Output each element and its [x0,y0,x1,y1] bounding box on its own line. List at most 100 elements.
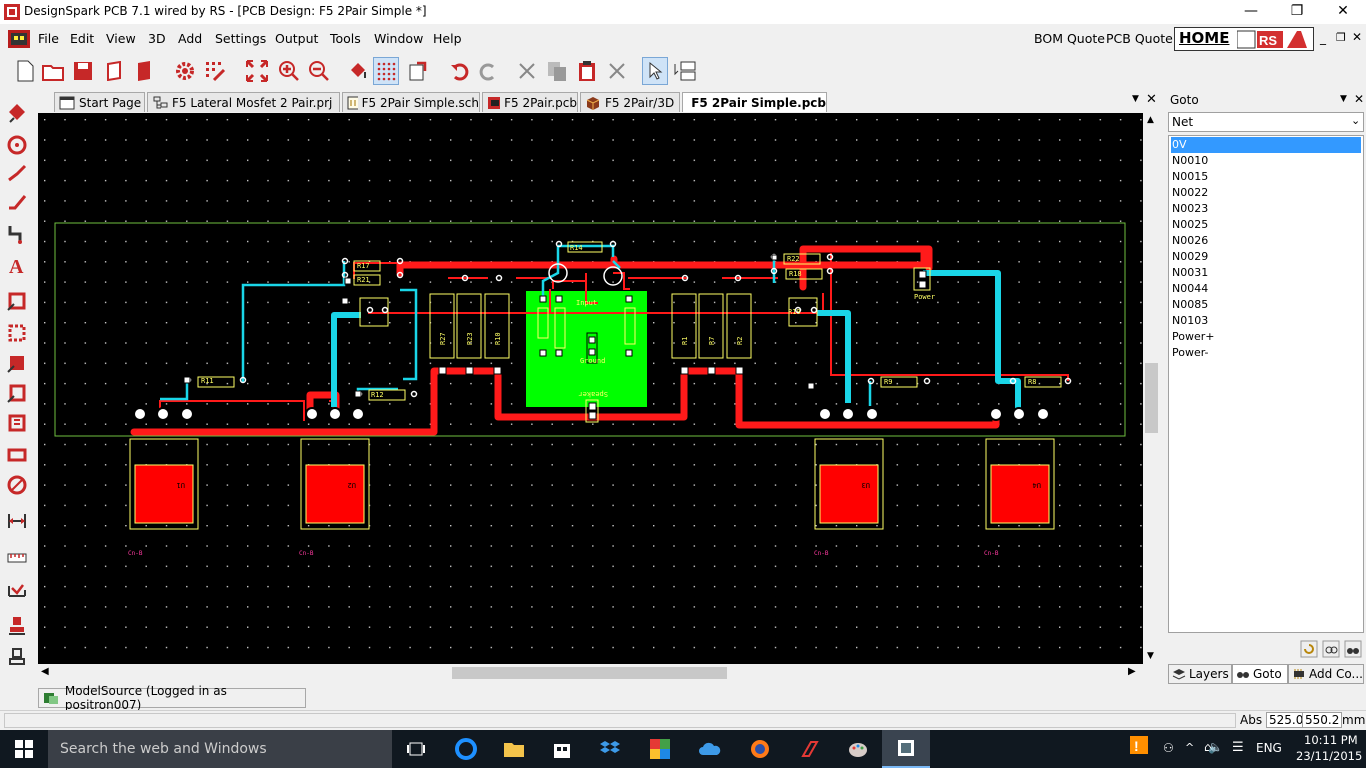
zoom-out-button[interactable] [306,57,332,85]
net-item[interactable]: N0044 [1171,281,1361,297]
restore-button[interactable]: ❐ [1274,0,1320,24]
measure-tool[interactable] [4,576,30,602]
onedrive-button[interactable] [686,730,734,768]
mdi-close-icon[interactable]: ✕ [1352,30,1362,44]
menu-help[interactable]: Help [433,31,462,46]
delete-button[interactable] [604,57,630,85]
menu-window[interactable]: Window [374,31,423,46]
scroll-right-icon[interactable]: ▶ [1128,666,1136,677]
task-view-button[interactable] [392,730,440,768]
component-tool[interactable] [4,100,30,126]
paint-button[interactable] [834,730,882,768]
menu-tools[interactable]: Tools [330,31,361,46]
tab-pcb-2pair[interactable]: F5 2Pair.pcb [482,92,578,112]
tab-project[interactable]: F5 Lateral Mosfet 2 Pair.prj [147,92,340,112]
grid-settings-button[interactable] [202,57,228,85]
pcb-canvas[interactable]: R17 R21 R14 R22 R18 R11 R12 R9 R8 R19 Po… [38,113,1143,664]
menu-file[interactable]: File [38,31,59,46]
scroll-down-icon[interactable]: ▼ [1147,651,1154,661]
goto-type-select[interactable]: Net ⌄ [1168,112,1364,132]
template-tool[interactable] [4,380,30,406]
menu-output[interactable]: Output [275,31,318,46]
pad-tool[interactable] [4,132,30,158]
dropbox-button[interactable] [586,730,634,768]
drill-tool[interactable] [4,472,30,498]
interactions-button[interactable] [405,57,431,85]
print-preview-button[interactable] [102,57,128,85]
net-item-selected[interactable]: 0V [1171,137,1361,153]
home-rs-button[interactable]: HOME RS [1174,27,1314,51]
vertical-scrollbar[interactable]: ▲ ▼ [1143,113,1160,664]
net-item[interactable]: N0023 [1171,201,1361,217]
open-button[interactable] [40,57,66,85]
zoom-in-button[interactable] [276,57,302,85]
area-tool[interactable] [4,320,30,346]
stamp-tool[interactable] [4,612,30,638]
paste-button[interactable] [574,57,600,85]
panel-close-icon[interactable]: ✕ [1354,92,1364,106]
save-button[interactable] [70,57,96,85]
board-tool[interactable] [4,442,30,468]
net-item[interactable]: Power+ [1171,329,1361,345]
vertical-scroll-thumb[interactable] [1145,363,1158,433]
goto-binoculars-icon[interactable] [1344,640,1362,658]
track-tool[interactable] [4,160,30,186]
scroll-up-icon[interactable]: ▲ [1147,115,1154,125]
menu-view[interactable]: View [106,31,136,46]
mdi-restore-icon[interactable]: ❐ [1336,31,1346,44]
net-item[interactable]: N0015 [1171,169,1361,185]
snipping-tool-button[interactable] [882,730,930,768]
ruler-tool[interactable] [4,544,30,570]
store-button[interactable] [538,730,586,768]
undo-button[interactable] [446,57,472,85]
fill-button[interactable] [345,57,371,85]
bom-quote-link[interactable]: BOM Quote [1034,31,1105,46]
route-tool[interactable] [4,188,30,214]
select-options-button[interactable] [672,57,698,85]
goto-refresh-icon[interactable] [1300,640,1318,658]
net-item[interactable]: N0022 [1171,185,1361,201]
pcb-quote-link[interactable]: PCB Quote [1106,31,1173,46]
net-item[interactable]: Power- [1171,345,1361,361]
explorer-button[interactable] [490,730,538,768]
chevron-up-icon[interactable]: ^ [1185,741,1194,754]
net-item[interactable]: N0103 [1171,313,1361,329]
library-button[interactable] [132,57,158,85]
tab-pcb-active[interactable]: F5 2Pair Simple.pcb [682,92,827,112]
tab-goto[interactable]: Goto [1232,664,1288,684]
tab-close-icon[interactable]: ✕ [1146,92,1157,107]
volume-icon[interactable]: 🔈 [1208,740,1223,754]
grid-toggle-button[interactable] [373,57,399,85]
net-item[interactable]: N0085 [1171,297,1361,313]
select-mode-button[interactable] [642,57,668,85]
menu-settings[interactable]: Settings [215,31,266,46]
menu-edit[interactable]: Edit [70,31,94,46]
tab-add-component[interactable]: Add Co... [1288,664,1364,684]
net-item[interactable]: N0031 [1171,265,1361,281]
notification-badge[interactable]: ! [1128,734,1156,764]
mdi-minimize-icon[interactable]: _ [1320,31,1326,45]
search-box[interactable]: Search the web and Windows [48,730,392,768]
tab-layers[interactable]: Layers [1168,664,1232,684]
doc-symbol-tool[interactable] [4,410,30,436]
tab-start-page[interactable]: Start Page [54,92,145,112]
start-button[interactable] [0,730,48,768]
action-center-icon[interactable]: ☰ [1232,740,1244,755]
menu-add[interactable]: Add [178,31,202,46]
cut-button[interactable] [514,57,540,85]
photos-button[interactable] [636,730,684,768]
copy-button[interactable] [544,57,570,85]
edge-button[interactable] [442,730,490,768]
clock-time[interactable]: 10:11 PM [1304,733,1358,747]
copper-pour-tool[interactable] [4,350,30,376]
net-item[interactable]: N0025 [1171,217,1361,233]
shape-tool[interactable] [4,288,30,314]
firefox-button[interactable] [736,730,784,768]
text-tool[interactable]: A [4,252,30,278]
new-button[interactable] [12,57,38,85]
net-item[interactable]: N0026 [1171,233,1361,249]
close-button[interactable]: ✕ [1320,0,1366,24]
minimize-button[interactable]: — [1228,0,1274,24]
connection-tool[interactable] [4,220,30,246]
horizontal-scrollbar[interactable]: ◀ ▶ [38,664,1143,682]
